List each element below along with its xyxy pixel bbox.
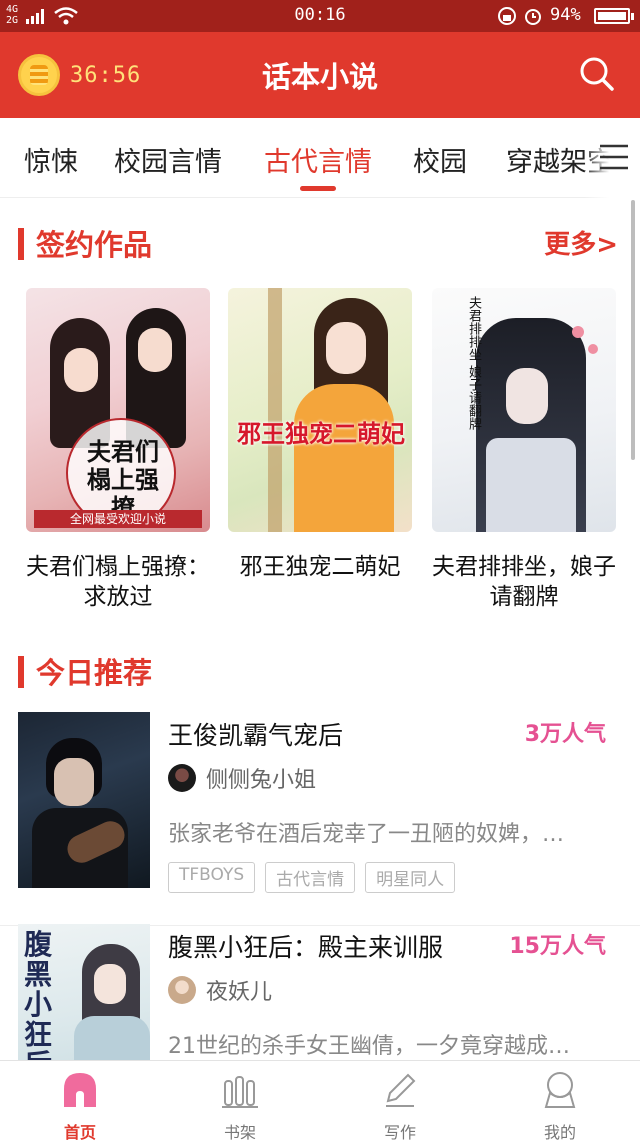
list-item[interactable]: 王俊凯霸气宠后 3万人气 侧侧兔小姐 张家老爷在酒后宠幸了一丑陋的奴婢，… TF… [0,712,640,926]
status-time: 00:16 [294,5,346,25]
nav-write[interactable]: 写作 [360,1069,440,1143]
battery-icon [594,8,634,24]
category-tabs: 惊悚 校园言情 古代言情 校园 穿越架空 [0,118,640,198]
tag[interactable]: TFBOYS [168,862,256,893]
pencil-icon[interactable] [380,1069,420,1109]
section-title: 签约作品 [36,228,153,262]
nav-home[interactable]: 首页 [40,1069,120,1143]
nav-label: 首页 [63,1123,96,1142]
book-cover[interactable]: 夫君们榻上强撩 全网最受欢迎小说 [26,288,210,532]
book-title[interactable]: 王俊凯霸气宠后 [168,716,343,752]
status-bar: 4G 2G 00:16 94% [0,0,640,32]
book-card[interactable]: 邪王独宠二萌妃 邪王独宠二萌妃 [220,288,420,582]
book-title[interactable]: 夫君们榻上强撩：求放过 [18,552,218,612]
author-name: 夜妖儿 [206,980,273,1005]
avatar [168,976,196,1004]
bottom-nav: 首页 书架 写作 我的 [0,1060,640,1142]
tab-campus[interactable]: 校园 [413,140,467,179]
tab-thriller[interactable]: 惊悚 [24,140,78,179]
nav-label: 书架 [223,1123,256,1142]
profile-icon[interactable] [540,1069,580,1109]
active-tab-indicator [300,186,336,191]
signed-section-header: 签约作品 更多> [0,218,640,266]
book-cover[interactable]: 夫君排排坐 娘子请翻牌 [432,288,616,532]
cover-title-text: 腹黑小狂后 [24,928,53,1080]
book-description: 张家老爷在酒后宠幸了一丑陋的奴婢，… [168,822,565,847]
author-row: 夜妖儿 [168,974,272,1006]
tag[interactable]: 明星同人 [365,862,456,893]
cover-title-text: 夫君排排坐 娘子请翻牌 [466,296,481,431]
app-title: 话本小说 [261,60,378,94]
tag[interactable]: 古代言情 [265,862,356,893]
nav-profile[interactable]: 我的 [520,1069,600,1143]
popularity-badge: 15万人气 [509,934,606,959]
popularity-badge: 3万人气 [524,722,606,747]
nav-bookshelf[interactable]: 书架 [200,1069,280,1143]
tab-ancient-romance[interactable]: 古代言情 [264,140,372,179]
bookshelf-icon[interactable] [220,1069,260,1109]
book-description: 21世纪的杀手女王幽倩，一夕竟穿越成… [168,1034,570,1059]
book-title[interactable]: 腹黑小狂后：殿主来训服 [168,928,443,964]
search-icon[interactable] [576,54,616,94]
book-title[interactable]: 邪王独宠二萌妃 [220,552,420,582]
book-thumbnail[interactable] [18,712,150,888]
app-header: 36:56 话本小说 [0,32,640,118]
alarm-icon [525,9,541,25]
cover-title-text: 邪王独宠二萌妃 [237,420,405,448]
avatar [168,764,196,792]
more-link[interactable]: 更多> [544,224,618,261]
section-title: 今日推荐 [36,656,153,690]
rotation-lock-icon [498,7,516,25]
menu-icon[interactable] [598,142,630,172]
author-name: 侧侧兔小姐 [206,768,317,793]
book-title[interactable]: 夫君排排坐，娘子请翻牌 [424,552,624,612]
tab-campus-romance[interactable]: 校园言情 [114,140,222,179]
nav-label: 写作 [383,1123,416,1142]
author-row: 侧侧兔小姐 [168,762,316,794]
book-card[interactable]: 夫君们榻上强撩 全网最受欢迎小说 夫君们榻上强撩：求放过 [18,288,218,612]
tag-list: TFBOYS 古代言情 明星同人 [168,862,456,893]
nav-label: 我的 [543,1123,576,1142]
home-icon[interactable] [60,1069,100,1109]
cover-banner: 全网最受欢迎小说 [34,510,202,528]
book-cover[interactable]: 邪王独宠二萌妃 [228,288,412,532]
battery-percent: 94% [550,5,581,25]
book-card[interactable]: 夫君排排坐 娘子请翻牌 夫君排排坐，娘子请翻牌 [424,288,624,612]
today-section-header: 今日推荐 [0,646,640,694]
